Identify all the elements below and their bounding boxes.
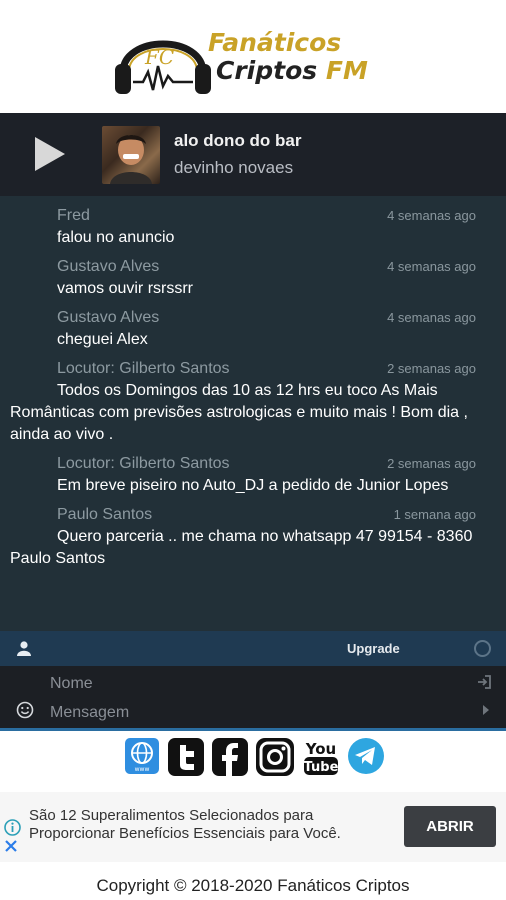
logo-text-criptos-word: Criptos	[216, 56, 318, 85]
message-input[interactable]	[50, 699, 470, 727]
svg-text:You: You	[305, 740, 336, 758]
message-author: Paulo Santos	[57, 506, 153, 523]
album-cover	[102, 126, 160, 184]
message-author: Gustavo Alves	[57, 309, 160, 326]
song-artist: devinho novaes	[174, 158, 294, 177]
instagram-icon[interactable]	[255, 737, 295, 777]
chat-message: Locutor: Gilberto Santos 2 semanas ago T…	[0, 358, 506, 446]
globe-icon[interactable]: www	[124, 737, 160, 775]
name-input[interactable]	[50, 670, 470, 698]
emoji-icon[interactable]	[16, 701, 34, 719]
headphones-logo-icon: FC	[115, 40, 211, 94]
telegram-icon[interactable]	[347, 737, 385, 775]
message-text: Quero parceria .. me chama no whatsapp 4…	[10, 528, 473, 567]
message-text: falou no anuncio	[57, 229, 175, 246]
app-page: FC Fanáticos Criptos FM alo dono do bar …	[0, 0, 506, 900]
ad-banner[interactable]: São 12 Superalimentos Selecionados para …	[0, 792, 506, 862]
message-time: 2 semanas ago	[387, 361, 476, 376]
svg-text:Tube: Tube	[304, 760, 339, 775]
chat-message: Locutor: Gilberto Santos 2 semanas ago E…	[0, 453, 506, 497]
logo-text-fm: FM	[325, 56, 368, 85]
chat-message: Paulo Santos 1 semana ago Quero parceria…	[0, 504, 506, 570]
ad-open-button[interactable]: ABRIR	[404, 806, 496, 847]
radio-player: alo dono do bar devinho novaes	[0, 113, 506, 196]
login-icon[interactable]	[476, 674, 492, 690]
message-author: Locutor: Gilberto Santos	[57, 455, 230, 472]
status-ring-icon[interactable]	[474, 640, 491, 657]
message-time: 4 semanas ago	[387, 310, 476, 325]
chat-message: Gustavo Alves 4 semanas ago cheguei Alex	[0, 307, 506, 351]
message-text: Em breve piseiro no Auto_DJ a pedido de …	[57, 477, 449, 494]
message-time: 4 semanas ago	[387, 259, 476, 274]
ad-text: São 12 Superalimentos Selecionados para …	[29, 807, 341, 842]
message-author: Fred	[57, 207, 90, 224]
facebook-icon[interactable]	[211, 737, 249, 777]
cover-art-icon	[110, 135, 152, 184]
message-text: vamos ouvir rsrssrr	[57, 280, 194, 297]
upgrade-button[interactable]: Upgrade	[347, 641, 400, 656]
ad-close-icon[interactable]	[4, 839, 18, 853]
message-time: 4 semanas ago	[387, 208, 476, 223]
user-icon[interactable]	[16, 640, 32, 656]
social-links: www You Tube	[0, 735, 506, 781]
chat-form	[0, 666, 506, 728]
ad-info-icon[interactable]	[4, 819, 21, 836]
logo-text-fanaticos: Fanáticos	[208, 28, 342, 57]
chat-message: Fred 4 semanas ago falou no anuncio	[0, 205, 506, 249]
youtube-icon[interactable]: You Tube	[301, 737, 341, 777]
message-text: cheguei Alex	[57, 331, 148, 348]
send-arrow-icon[interactable]	[482, 704, 490, 716]
copyright-text: Copyright © 2018-2020 Fanáticos Criptos	[96, 876, 410, 895]
message-author: Gustavo Alves	[57, 258, 160, 275]
header: FC Fanáticos Criptos FM	[0, 0, 506, 113]
svg-text:FC: FC	[144, 45, 174, 69]
song-title: alo dono do bar	[174, 131, 302, 150]
divider	[0, 728, 506, 731]
message-time: 2 semanas ago	[387, 456, 476, 471]
twitter-icon[interactable]	[167, 737, 205, 777]
chat-message: Gustavo Alves 4 semanas ago vamos ouvir …	[0, 256, 506, 300]
svg-text:www: www	[135, 766, 150, 773]
chat-toolbar: Upgrade	[0, 631, 506, 666]
station-logo: FC Fanáticos Criptos FM	[113, 12, 403, 102]
chat-panel[interactable]: Fred 4 semanas ago falou no anuncio Gust…	[0, 196, 506, 631]
message-time: 1 semana ago	[393, 507, 476, 522]
message-author: Locutor: Gilberto Santos	[57, 360, 230, 377]
message-text: Todos os Domingos das 10 as 12 hrs eu to…	[10, 382, 468, 443]
play-icon[interactable]	[30, 135, 68, 173]
logo-text-criptos: Criptos FM	[216, 56, 368, 85]
